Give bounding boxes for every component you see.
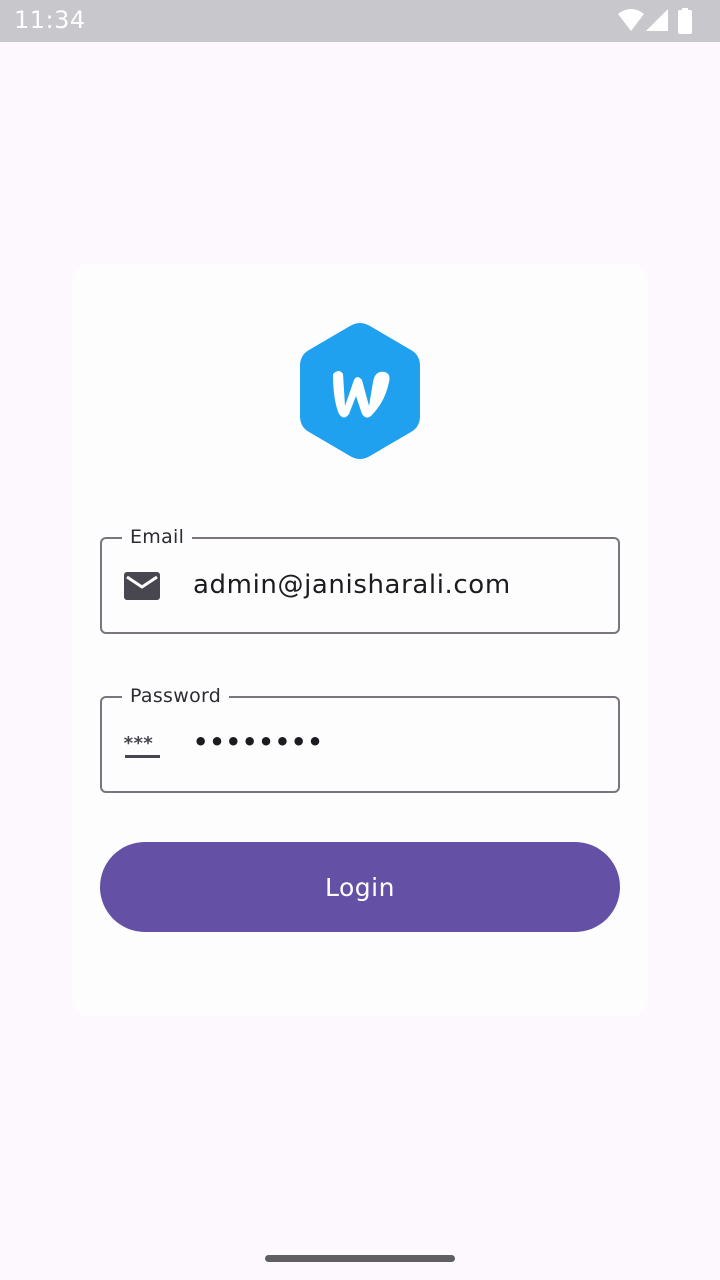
password-field[interactable]: Password *** •••••••• [100,684,620,793]
password-label: Password [122,684,230,708]
login-screen: 11:34 Email admin@janisharali.com Passwo… [0,0,720,1280]
signal-icon [646,9,668,31]
w-hexagon-logo-icon [300,323,420,459]
status-bar: 11:34 [0,0,720,42]
battery-icon [678,8,692,34]
password-icon: *** [123,734,163,760]
login-button[interactable]: Login [100,842,620,932]
status-time: 11:34 [14,6,86,34]
email-field[interactable]: Email admin@janisharali.com [100,525,620,634]
mail-icon [124,572,160,600]
password-input[interactable]: •••••••• [193,724,324,760]
password-icon-stars: *** [123,733,153,754]
email-label: Email [122,525,193,549]
login-card: Email admin@janisharali.com Password ***… [72,264,648,1016]
email-input[interactable]: admin@janisharali.com [193,567,511,603]
password-icon-underline [125,755,160,758]
wifi-icon [618,9,644,31]
navigation-handle[interactable] [265,1255,455,1262]
